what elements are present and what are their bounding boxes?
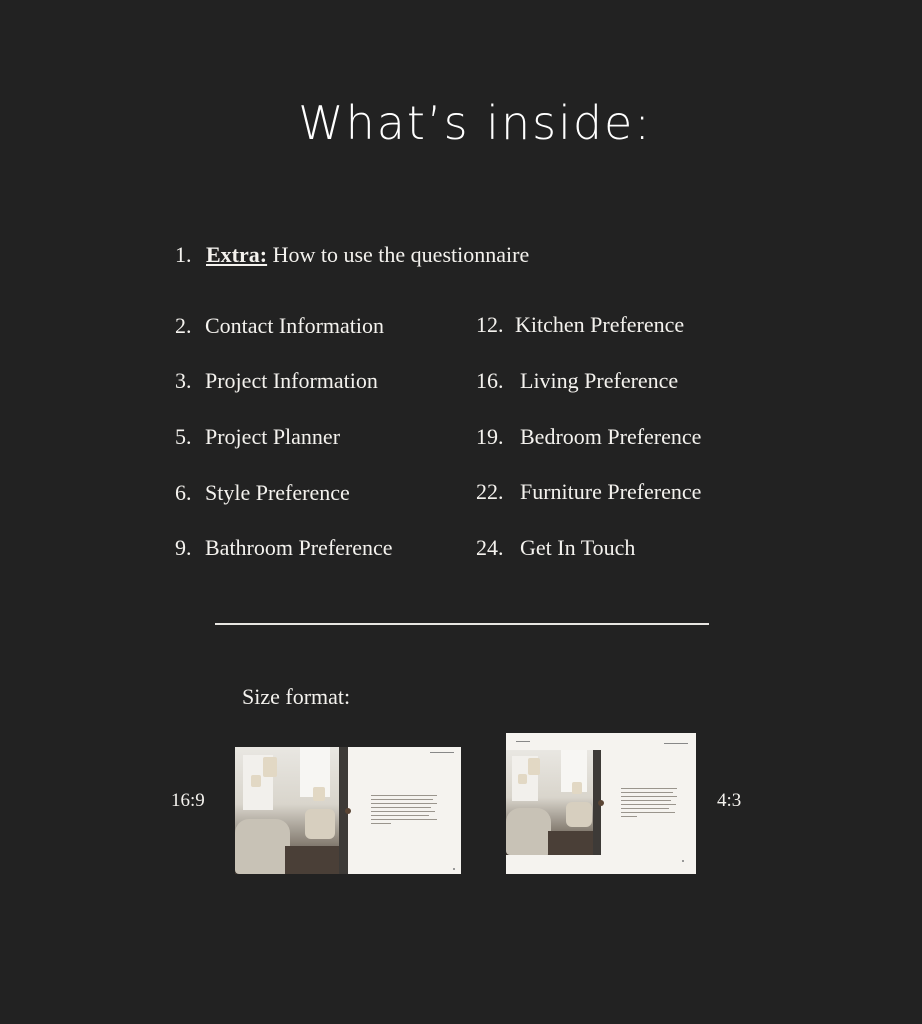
- photo-marker-dot: [598, 800, 604, 806]
- list-item-label: Kitchen Preference: [515, 312, 685, 337]
- list-item-number: 12.: [476, 312, 504, 337]
- list-item-number: 9.: [175, 535, 192, 560]
- list-item-label: Bathroom Preference: [205, 535, 393, 560]
- list-item: 19. Bedroom Preference: [476, 426, 701, 448]
- list-item: 12. Kitchen Preference: [476, 314, 684, 336]
- section-divider: [215, 623, 709, 625]
- preview-4-3: [506, 733, 696, 874]
- preview-body-text: [621, 788, 677, 820]
- preview-header-left: [516, 741, 530, 742]
- list-item: 6. Style Preference: [175, 482, 350, 504]
- list-item: 24. Get In Touch: [476, 537, 635, 559]
- page-number: [682, 860, 684, 862]
- interior-photo: [235, 747, 348, 874]
- preview-header-right: [430, 752, 454, 753]
- preview-body-text: [371, 795, 437, 827]
- list-item: 9. Bathroom Preference: [175, 537, 393, 559]
- list-item: 5. Project Planner: [175, 426, 340, 448]
- preview-header-right: [664, 743, 688, 744]
- size-format-title: Size format:: [242, 684, 351, 709]
- list-item-label: How to use the questionnaire: [272, 242, 530, 267]
- list-item-number: 5.: [175, 424, 192, 449]
- extra-label: Extra:: [206, 242, 268, 267]
- list-item: 22. Furniture Preference: [476, 481, 701, 503]
- list-item-label: Living Preference: [520, 368, 679, 393]
- list-item-number: 19.: [476, 424, 504, 449]
- ratio-label-16-9: 16:9: [171, 790, 205, 811]
- list-item-number: 22.: [476, 479, 504, 504]
- list-item: 3. Project Information: [175, 370, 378, 392]
- list-item-label: Style Preference: [205, 480, 350, 505]
- interior-photo: [506, 750, 601, 855]
- list-item-number: 3.: [175, 368, 192, 393]
- ratio-label-4-3: 4:3: [717, 790, 742, 811]
- list-item-number: 6.: [175, 480, 192, 505]
- list-item-label: Get In Touch: [520, 535, 636, 560]
- list-item-extra: 1. Extra: How to use the questionnaire: [175, 244, 529, 266]
- list-item-number: 2.: [175, 313, 192, 338]
- list-item: 16. Living Preference: [476, 370, 678, 392]
- page-number: [453, 868, 455, 870]
- list-item-number: 16.: [476, 368, 504, 393]
- page-title: What’s inside:: [298, 96, 652, 150]
- list-item-number: 1.: [175, 242, 192, 267]
- preview-16-9: [235, 747, 461, 874]
- list-item-number: 24.: [476, 535, 504, 560]
- list-item-label: Contact Information: [205, 313, 385, 338]
- list-item-label: Bedroom Preference: [520, 424, 702, 449]
- list-item-label: Project Information: [205, 368, 378, 393]
- list-item: 2. Contact Information: [175, 315, 384, 337]
- photo-marker-dot: [345, 808, 351, 814]
- list-item-label: Project Planner: [205, 424, 341, 449]
- list-item-label: Furniture Preference: [520, 479, 702, 504]
